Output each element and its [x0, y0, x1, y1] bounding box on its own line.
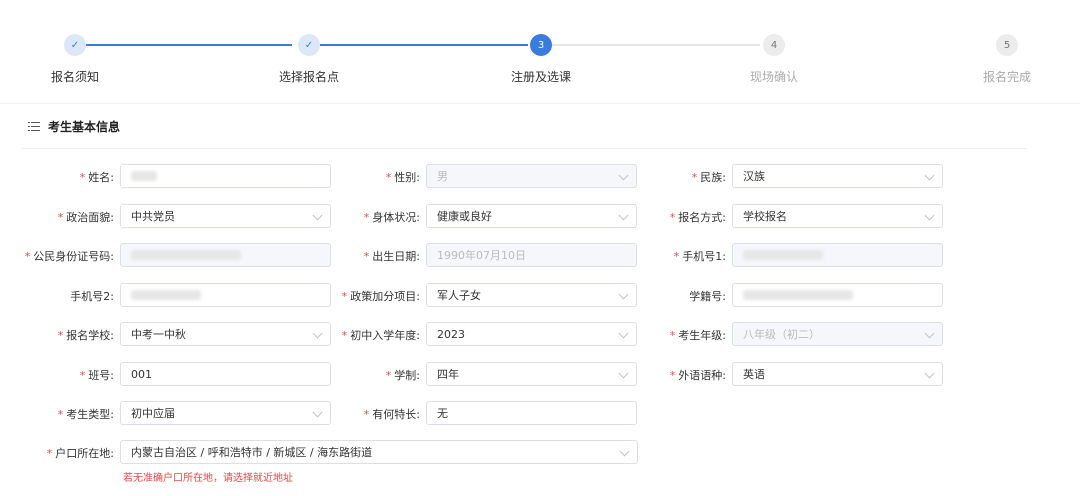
phone2-input[interactable] — [120, 283, 331, 307]
step-4-number: 4 — [763, 34, 785, 56]
talent-label: * 有何特长: — [363, 408, 420, 421]
name-input[interactable] — [120, 164, 331, 188]
system-label: * 学制: — [385, 369, 420, 382]
school-value: 中考一中秋 — [131, 328, 186, 341]
grade-label: * 考生年级: — [669, 329, 726, 342]
type-label: * 考生类型: — [57, 408, 114, 421]
hukou-value: 内蒙古自治区 / 呼和浩特市 / 新城区 / 海东路街道 — [131, 446, 373, 459]
political-select[interactable]: 中共党员 — [120, 204, 331, 228]
birth-label: * 出生日期: — [363, 250, 420, 263]
idcard-label: * 公民身份证号码: — [24, 250, 114, 263]
gender-value: 男 — [437, 170, 448, 183]
grade-select: 八年级（初二） — [732, 322, 943, 346]
talent-input[interactable]: 无 — [426, 401, 637, 425]
system-value: 四年 — [437, 368, 459, 381]
chevron-down-icon — [924, 210, 935, 221]
chevron-down-icon — [924, 328, 935, 339]
idcard-input — [120, 243, 331, 267]
talent-value: 无 — [437, 407, 448, 420]
entryyear-label: * 初中入学年度: — [341, 329, 420, 342]
health-select[interactable]: 健康或良好 — [426, 204, 637, 228]
chevron-down-icon — [312, 328, 323, 339]
chevron-down-icon — [618, 289, 629, 300]
chevron-down-icon — [924, 170, 935, 181]
chevron-down-icon — [618, 210, 629, 221]
grade-value: 八年级（初二） — [743, 328, 820, 341]
section-header: 考生基本信息 — [28, 118, 120, 135]
hukou-label: * 户口所在地: — [46, 447, 114, 460]
method-value: 学校报名 — [743, 210, 787, 223]
system-select[interactable]: 四年 — [426, 362, 637, 386]
redacted-value — [743, 290, 853, 300]
birth-value: 1990年07月10日 — [437, 249, 526, 262]
classno-label: * 班号: — [79, 369, 114, 382]
bonus-select[interactable]: 军人子女 — [426, 283, 637, 307]
step-1-check-icon: ✓ — [64, 34, 86, 56]
entryyear-select[interactable]: 2023 — [426, 322, 637, 346]
redacted-value — [743, 250, 823, 260]
school-select[interactable]: 中考一中秋 — [120, 322, 331, 346]
gender-select: 男 — [426, 164, 637, 188]
birth-input: 1990年07月10日 — [426, 243, 637, 267]
hukou-hint: 若无准确户口所在地，请选择就近地址 — [123, 473, 293, 484]
entryyear-value: 2023 — [437, 327, 465, 341]
chevron-down-icon — [312, 407, 323, 418]
classno-input[interactable]: 001 — [120, 362, 331, 386]
gender-label: * 性别: — [385, 171, 420, 184]
ethnicity-select[interactable]: 汉族 — [732, 164, 943, 188]
chevron-down-icon — [619, 446, 630, 457]
method-select[interactable]: 学校报名 — [732, 204, 943, 228]
step-3-number: 3 — [530, 34, 552, 56]
bonus-label: * 政策加分项目: — [341, 290, 420, 303]
chevron-down-icon — [618, 328, 629, 339]
chevron-down-icon — [618, 368, 629, 379]
type-value: 初中应届 — [131, 407, 175, 420]
language-select[interactable]: 英语 — [732, 362, 943, 386]
classno-value: 001 — [131, 367, 152, 381]
step-4-label: 现场确认 — [749, 70, 799, 84]
redacted-value — [131, 171, 157, 181]
chevron-down-icon — [618, 170, 629, 181]
step-5-label: 报名完成 — [982, 70, 1032, 84]
method-label: * 报名方式: — [669, 211, 726, 224]
phone1-label: * 手机号1: — [673, 250, 726, 263]
section-title: 考生基本信息 — [48, 120, 121, 134]
list-icon — [28, 121, 40, 132]
studentno-input[interactable] — [732, 283, 943, 307]
step-2-check-icon: ✓ — [298, 34, 320, 56]
name-label: * 姓名: — [79, 171, 114, 184]
phone1-input — [732, 243, 943, 267]
step-1-label: 报名须知 — [50, 70, 100, 84]
studentno-label: 学籍号: — [689, 290, 726, 303]
step-connector — [320, 44, 528, 46]
phone2-label: 手机号2: — [70, 290, 114, 303]
progress-steps: ✓ 报名须知 ✓ 选择报名点 3 注册及选课 4 现场确认 5 报名完成 — [0, 0, 1080, 104]
step-5-number: 5 — [996, 34, 1018, 56]
step-2-label: 选择报名点 — [278, 70, 340, 84]
ethnicity-label: * 民族: — [691, 171, 726, 184]
bonus-value: 军人子女 — [437, 289, 481, 302]
section-divider — [22, 148, 1027, 149]
type-select[interactable]: 初中应届 — [120, 401, 331, 425]
political-label: * 政治面貌: — [57, 211, 114, 224]
chevron-down-icon — [924, 368, 935, 379]
ethnicity-value: 汉族 — [743, 170, 765, 183]
chevron-down-icon — [312, 210, 323, 221]
health-value: 健康或良好 — [437, 210, 492, 223]
language-value: 英语 — [743, 368, 765, 381]
health-label: * 身体状况: — [363, 211, 420, 224]
school-label: * 报名学校: — [57, 329, 114, 342]
political-value: 中共党员 — [131, 210, 175, 223]
language-label: * 外语语种: — [669, 369, 726, 382]
step-connector — [552, 44, 760, 46]
redacted-value — [131, 250, 241, 260]
step-3-label: 注册及选课 — [510, 70, 572, 84]
redacted-value — [131, 290, 201, 300]
step-connector — [86, 44, 292, 46]
hukou-cascader[interactable]: 内蒙古自治区 / 呼和浩特市 / 新城区 / 海东路街道 — [120, 440, 638, 464]
